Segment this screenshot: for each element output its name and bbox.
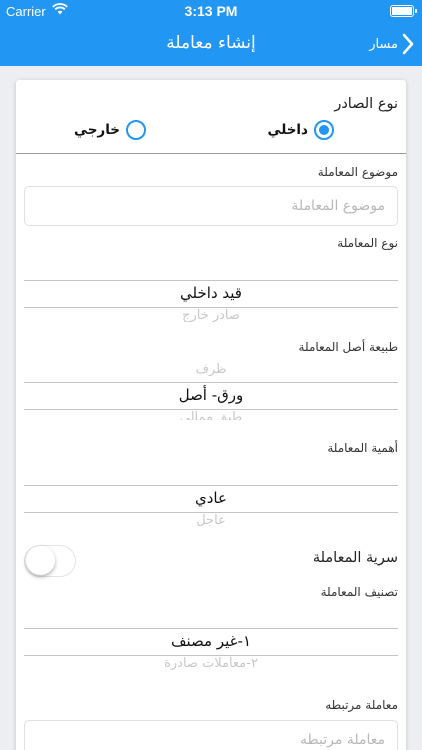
picker-next-option: صادر خارج <box>182 308 240 322</box>
picker-line-top <box>24 628 398 629</box>
classification-picker[interactable]: ١-غير مصنف ٢-معاملات صادرة <box>24 604 398 672</box>
clock: 3:13 PM <box>184 3 238 19</box>
back-button[interactable]: مسار <box>369 28 414 60</box>
picker-line-top <box>24 280 398 281</box>
issuer-type-label: نوع الصادر <box>334 96 398 112</box>
section-divider <box>16 153 406 154</box>
picker-selected: ١-غير مصنف <box>171 632 251 650</box>
subject-label: موضوع المعاملة <box>317 165 398 179</box>
picker-selected: عادي <box>195 489 227 507</box>
form-card: نوع الصادر داخلي خارجي موضوع المعاملة نو… <box>16 80 406 750</box>
picker-next-option: طبق ممالي <box>179 410 243 420</box>
original-nature-label: طبيعة أصل المعاملة <box>298 340 398 354</box>
issuer-type-radio-group: داخلي خارجي <box>16 120 406 146</box>
related-label: معاملة مرتبطه <box>325 698 398 712</box>
confidentiality-label: سرية المعاملة <box>312 550 398 566</box>
transaction-type-picker[interactable]: قيد داخلي صادر خارج <box>24 256 398 322</box>
chevron-right-icon <box>402 33 414 55</box>
navigation-bar: إنشاء معاملة مسار <box>0 22 422 66</box>
importance-label: أهمية المعاملة <box>327 441 398 455</box>
battery-icon <box>390 5 417 17</box>
subject-input[interactable] <box>24 186 398 226</box>
picker-next-option: عاجل <box>196 513 226 526</box>
radio-external-label: خارجي <box>74 122 120 138</box>
confidentiality-toggle[interactable] <box>24 545 76 577</box>
page-title: إنشاء معاملة <box>166 33 256 53</box>
classification-label: تصنيف المعاملة <box>320 585 398 599</box>
picker-selected: ورق- أصل <box>178 386 244 404</box>
radio-external[interactable]: خارجي <box>74 120 146 140</box>
transaction-type-label: نوع المعاملة <box>337 236 398 250</box>
radio-internal[interactable]: داخلي <box>268 120 334 140</box>
picker-next-option: ٢-معاملات صادرة <box>164 656 258 671</box>
picker-prev-option: ظرف <box>195 362 227 377</box>
status-bar: Carrier 3:13 PM <box>0 0 422 22</box>
toggle-knob <box>26 546 55 575</box>
radio-selected-icon <box>314 120 334 140</box>
picker-line-top <box>24 485 398 486</box>
original-nature-picker[interactable]: ظرف ورق- أصل طبق ممالي <box>24 360 398 420</box>
radio-unselected-icon <box>126 120 146 140</box>
picker-selected: قيد داخلي <box>180 284 242 302</box>
picker-line-top <box>24 382 398 383</box>
related-input[interactable] <box>24 720 398 750</box>
back-label: مسار <box>369 36 398 52</box>
radio-internal-label: داخلي <box>267 122 308 138</box>
importance-picker[interactable]: عادي عاجل <box>24 462 398 526</box>
